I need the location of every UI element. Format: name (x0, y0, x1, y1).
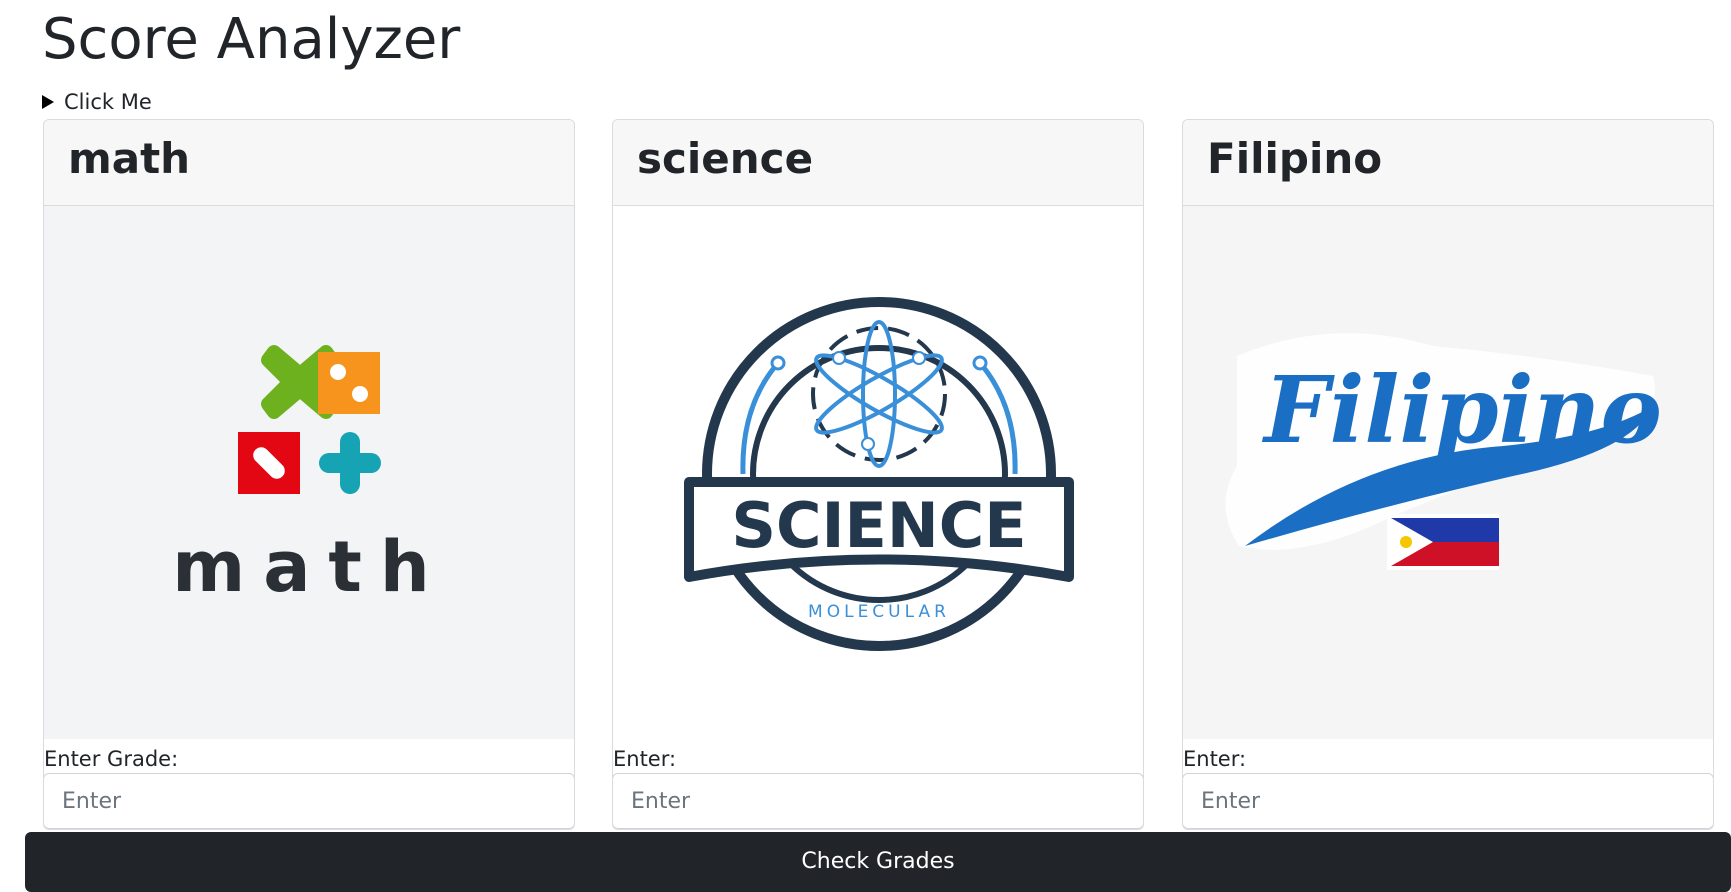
science-logo-subtext: MOLECULAR (808, 602, 950, 622)
details-summary-label[interactable]: Click Me (64, 90, 152, 114)
check-grades-button[interactable]: Check Grades (25, 832, 1731, 892)
science-grade-input[interactable] (613, 773, 1143, 829)
math-logo-text: math (172, 526, 447, 608)
filipino-grade-input[interactable] (1183, 773, 1713, 829)
science-logo-text: SCIENCE (731, 489, 1026, 562)
divide-icon (318, 352, 380, 414)
card-title-science: science (613, 120, 1143, 206)
disclosure-triangle-icon[interactable] (42, 95, 54, 109)
filipino-logo-text: Filipino (1261, 356, 1662, 464)
minus-icon (238, 432, 300, 494)
philippine-flag-icon (1387, 514, 1499, 570)
science-grade-label: Enter: (613, 747, 677, 771)
science-logo-image: SCIENCE MOLECULAR (613, 206, 1143, 739)
card-title-math: math (44, 120, 574, 206)
card-title-filipino: Filipino (1183, 120, 1713, 206)
math-grade-label: Enter Grade: (44, 747, 179, 771)
filipino-logo-image: Filipino (1183, 206, 1713, 739)
details-toggle[interactable]: Click Me (42, 88, 152, 116)
math-grade-input[interactable] (44, 773, 574, 829)
subject-card-math: math math Enter Grade: Enter (43, 119, 575, 830)
subject-card-science: science SCIENCE MOLECULAR Enter: Enter (612, 119, 1144, 830)
filipino-grade-label: Enter: (1183, 747, 1247, 771)
subject-card-filipino: Filipino Filipino Enter: (1182, 119, 1714, 830)
page-title: Score Analyzer (42, 7, 461, 72)
math-logo-image: math (44, 206, 574, 739)
